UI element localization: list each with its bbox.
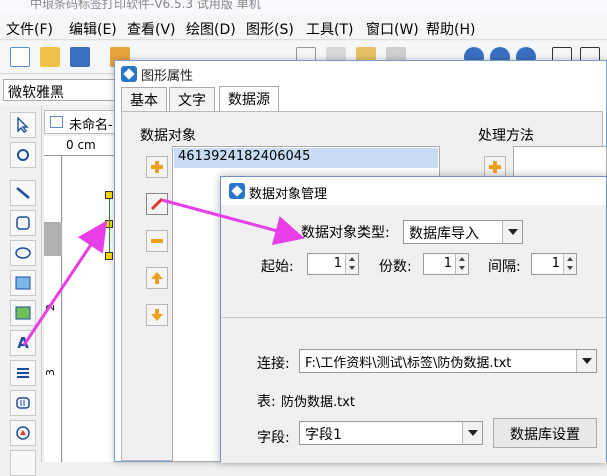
picture-tool-icon[interactable] bbox=[10, 300, 36, 326]
rotate-icon[interactable] bbox=[10, 142, 36, 168]
selection-edge bbox=[109, 199, 110, 253]
table-value: 防伪数据.txt bbox=[281, 395, 356, 410]
move-down-button[interactable] bbox=[146, 304, 168, 326]
copies-label: 份数: bbox=[379, 259, 412, 275]
move-up-button[interactable] bbox=[146, 267, 168, 289]
menu-window[interactable]: 窗口(W) bbox=[366, 19, 419, 39]
text-tool-icon[interactable]: A bbox=[10, 330, 36, 356]
spin-arrows-icon[interactable] bbox=[563, 254, 576, 274]
ruler-selection-band bbox=[44, 222, 62, 256]
save-icon[interactable] bbox=[70, 47, 90, 67]
arrow-down-icon bbox=[151, 309, 163, 321]
font-selector[interactable]: 微软雅黑 bbox=[3, 79, 117, 101]
add-processing-button[interactable] bbox=[484, 156, 506, 178]
start-stepper[interactable]: 1 bbox=[307, 253, 359, 275]
chevron-down-icon[interactable] bbox=[462, 422, 482, 444]
field-value: 字段1 bbox=[305, 427, 342, 443]
ruler-mark: 3 bbox=[44, 369, 57, 376]
database-settings-button[interactable]: 数据库设置 bbox=[493, 418, 597, 448]
chevron-down-icon[interactable] bbox=[502, 221, 522, 243]
app-title-bar: 中琅条码标签打印软件-V6.5.3 试用版 单机 bbox=[0, 0, 607, 14]
vertical-ruler: 1 2 3 bbox=[44, 156, 62, 462]
plus-icon bbox=[151, 161, 163, 173]
app-logo-icon bbox=[229, 183, 245, 199]
divider bbox=[221, 317, 606, 318]
document-tab[interactable]: 未命名- bbox=[44, 110, 124, 134]
start-value: 1 bbox=[333, 256, 342, 271]
interval-stepper[interactable]: 1 bbox=[531, 253, 577, 275]
plus-icon bbox=[489, 161, 501, 173]
tab-data-source[interactable]: 数据源 bbox=[219, 86, 279, 112]
data-object-manager-title-bar: 数据对象管理 bbox=[221, 177, 606, 205]
connection-select[interactable]: F:\工作资料\测试\标签\防伪数据.txt bbox=[299, 349, 597, 373]
interval-label: 间隔: bbox=[488, 259, 521, 275]
shape-properties-title: 图形属性 bbox=[141, 69, 194, 84]
field-select[interactable]: 字段1 bbox=[299, 421, 483, 445]
spin-arrows-icon[interactable] bbox=[345, 254, 358, 274]
interval-value: 1 bbox=[551, 256, 560, 271]
select-arrow-icon[interactable] bbox=[10, 112, 36, 138]
copies-value: 1 bbox=[443, 256, 452, 271]
image-tool-icon[interactable] bbox=[10, 270, 36, 296]
left-toolbox: A bbox=[0, 106, 42, 476]
app-logo-icon bbox=[121, 66, 137, 82]
horizontal-ruler: 0 cm bbox=[44, 136, 124, 156]
resize-handle[interactable] bbox=[105, 191, 113, 199]
connection-value: F:\工作资料\测试\标签\防伪数据.txt bbox=[305, 356, 512, 371]
document-icon bbox=[50, 116, 63, 128]
barcode-tool-icon[interactable] bbox=[10, 390, 36, 416]
tab-basic[interactable]: 基本 bbox=[121, 87, 167, 111]
rectangle-tool-icon[interactable] bbox=[10, 210, 36, 236]
shape-properties-title-bar: 图形属性 bbox=[115, 61, 606, 87]
data-object-group-label: 数据对象 bbox=[140, 128, 196, 144]
resize-handle[interactable] bbox=[105, 252, 113, 260]
qrcode-tool-icon[interactable] bbox=[10, 420, 36, 446]
app-title: 中琅条码标签打印软件-V6.5.3 试用版 单机 bbox=[30, 0, 261, 11]
menu-shape[interactable]: 图形(S) bbox=[246, 19, 294, 39]
data-object-type-label: 数据对象类型: bbox=[301, 225, 390, 241]
menu-draw[interactable]: 绘图(D) bbox=[186, 19, 236, 39]
list-item[interactable]: 4613924182406045 bbox=[174, 148, 438, 168]
start-label: 起始: bbox=[261, 259, 294, 275]
processing-group-label: 处理方法 bbox=[478, 128, 534, 144]
data-object-manager-dialog: 数据对象管理 数据对象类型: 数据库导入 起始: 1 份数: 1 间隔: 1 连… bbox=[220, 176, 607, 463]
data-object-type-value: 数据库导入 bbox=[409, 226, 479, 242]
ruler-mark: 2 bbox=[44, 304, 57, 311]
line-tool-icon[interactable] bbox=[10, 180, 36, 206]
table-label: 表: bbox=[257, 394, 276, 410]
edit-data-object-button[interactable] bbox=[146, 193, 168, 215]
arrow-up-icon bbox=[151, 272, 163, 284]
minus-icon bbox=[151, 239, 163, 243]
open-folder-icon[interactable] bbox=[40, 47, 60, 67]
ruler-unit-label: 0 cm bbox=[66, 138, 96, 152]
edit-pencil-icon bbox=[150, 197, 164, 211]
add-data-object-button[interactable] bbox=[146, 156, 168, 178]
menu-tools[interactable]: 工具(T) bbox=[306, 19, 353, 39]
table-tool-icon[interactable] bbox=[10, 450, 36, 476]
menu-bar: 文件(F) 编辑(E) 查看(V) 绘图(D) 图形(S) 工具(T) 窗口(W… bbox=[0, 14, 607, 40]
menu-file[interactable]: 文件(F) bbox=[6, 19, 53, 39]
remove-data-object-button[interactable] bbox=[146, 230, 168, 252]
menu-help[interactable]: 帮助(H) bbox=[426, 19, 475, 39]
document-tab-label: 未命名- bbox=[69, 118, 113, 133]
tab-text[interactable]: 文字 bbox=[169, 87, 215, 111]
copies-stepper[interactable]: 1 bbox=[423, 253, 469, 275]
new-file-icon[interactable] bbox=[10, 47, 30, 67]
ellipse-tool-icon[interactable] bbox=[10, 240, 36, 266]
menu-view[interactable]: 查看(V) bbox=[127, 19, 176, 39]
data-object-manager-body: 数据对象类型: 数据库导入 起始: 1 份数: 1 间隔: 1 连接: F:\工… bbox=[221, 205, 606, 463]
menu-edit[interactable]: 编辑(E) bbox=[69, 19, 117, 39]
chevron-down-icon[interactable] bbox=[576, 350, 596, 372]
field-label: 字段: bbox=[257, 430, 290, 446]
connection-label: 连接: bbox=[257, 356, 290, 372]
data-object-type-select[interactable]: 数据库导入 bbox=[403, 220, 523, 244]
rich-text-tool-icon[interactable] bbox=[10, 360, 36, 386]
data-object-manager-title: 数据对象管理 bbox=[249, 187, 328, 202]
spin-arrows-icon[interactable] bbox=[455, 254, 468, 274]
